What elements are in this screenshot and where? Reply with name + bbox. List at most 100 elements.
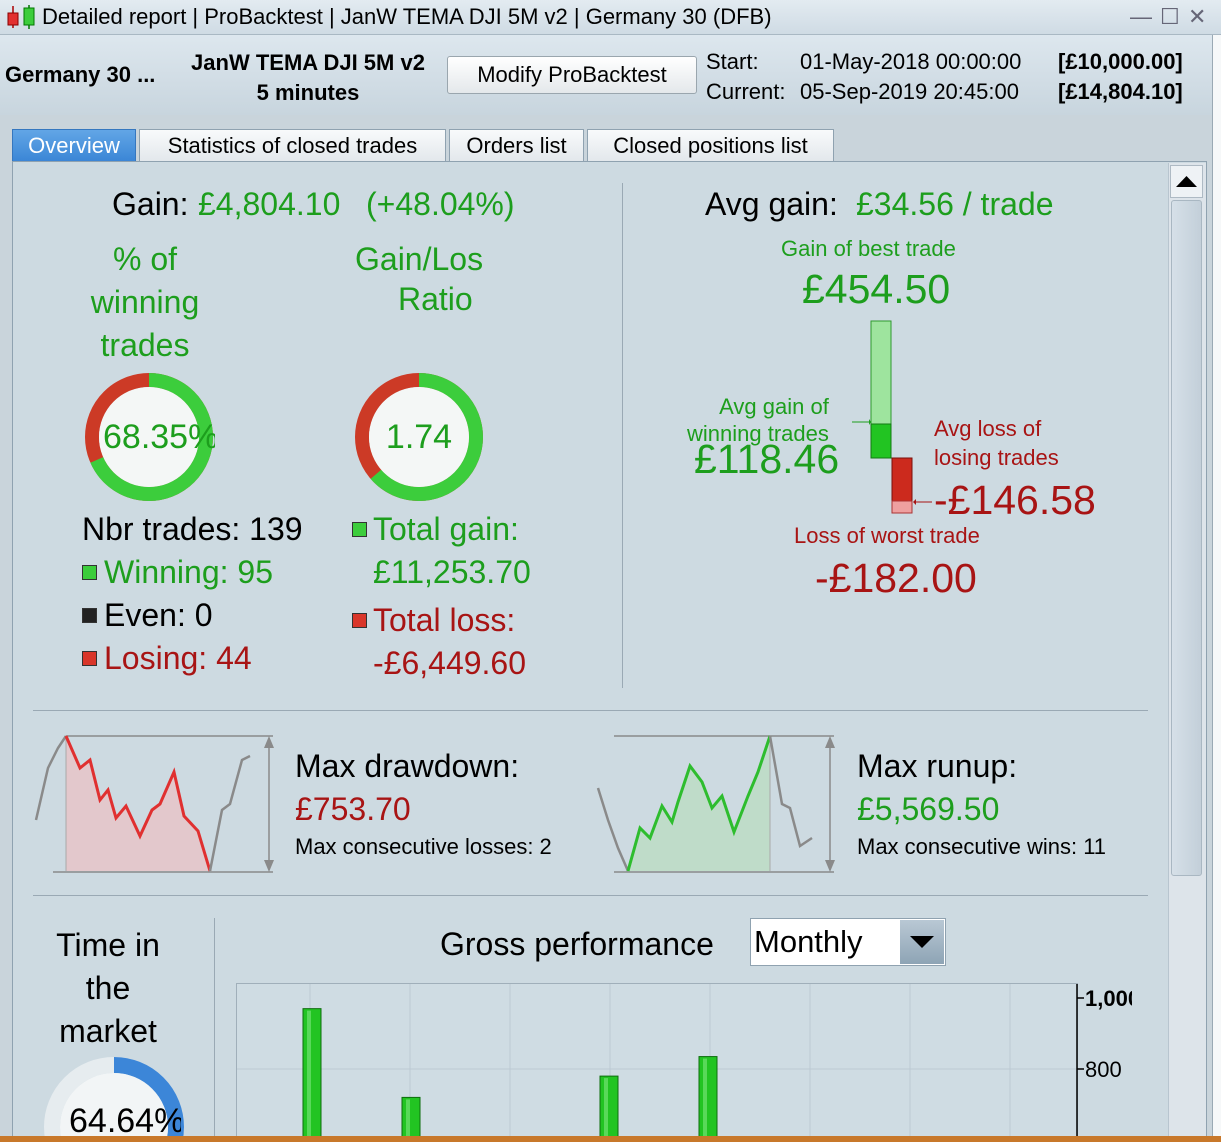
pct-winning-line1: % of [112, 241, 178, 277]
gain-percent: (+48.04%) [366, 186, 515, 222]
max-consecutive-wins: Max consecutive wins: 11 [857, 834, 1107, 859]
winning-count: Winning: 95 [104, 554, 273, 590]
max-drawdown-value: £753.70 [295, 791, 411, 827]
gain-value: £4,804.10 [198, 186, 341, 222]
scrollbar-thumb[interactable] [1171, 200, 1202, 876]
tab-orders-list[interactable]: Orders list [449, 129, 584, 161]
avg-gain-value: £34.56 / trade [856, 186, 1054, 222]
taskbar-edge [0, 1136, 1221, 1142]
max-runup-label: Max runup: [857, 748, 1018, 784]
avg-loss-value: -£146.58 [934, 477, 1096, 523]
max-runup-value: £5,569.50 [857, 791, 1000, 827]
drawdown-sparkline [34, 735, 274, 873]
equity-before-line [34, 735, 68, 821]
tab-overview[interactable]: Overview [12, 129, 136, 161]
equity-after-line [208, 754, 251, 872]
even-legend-icon [82, 608, 97, 623]
worst-trade-value: -£182.00 [815, 555, 977, 601]
modify-probacktest-button[interactable]: Modify ProBacktest [447, 56, 697, 94]
current-capital: [£14,804.10] [1058, 79, 1183, 104]
avg-loss-caption-1: Avg loss of [934, 416, 1042, 441]
system-name: JanW TEMA DJI 5M v2 [191, 50, 425, 75]
avg-loss-bar [891, 457, 913, 502]
tab-closed-positions-list[interactable]: Closed positions list [587, 129, 834, 161]
runup-sparkline [596, 735, 835, 873]
pct-winning-title: % of winning trades [60, 238, 230, 367]
section-divider-vertical-2 [214, 918, 215, 1142]
start-date: 01-May-2018 00:00:00 [800, 49, 1022, 74]
arrow-up-icon [1176, 176, 1197, 187]
avg-win-value: £118.46 [694, 436, 840, 482]
equity-before-line [596, 787, 630, 872]
background-window-edge [1212, 35, 1221, 1142]
y-tick-label: 800 [1085, 1057, 1122, 1082]
period-select-value: Monthly [754, 924, 863, 959]
avg-win-bar [870, 423, 892, 459]
avg-loss-caption-2: losing trades [934, 445, 1059, 470]
avg-gain-label: Avg gain: [705, 186, 838, 222]
gross-performance-label: Gross performance [440, 926, 714, 962]
minimize-button[interactable]: — [1130, 4, 1152, 30]
section-divider-2 [33, 895, 1148, 896]
losing-count: Losing: 44 [104, 640, 252, 676]
time-in-market-title: Time in the market [28, 924, 188, 1053]
gl-ratio-value: 1.74 [385, 418, 453, 456]
drawdown-area [66, 736, 210, 871]
total-gain-label: Total gain: [373, 511, 519, 547]
gross-performance-chart: 1,000 800 [237, 984, 1132, 1142]
performance-bar [698, 1056, 718, 1142]
winning-legend-icon [82, 565, 97, 580]
best-trade-bar [870, 320, 892, 425]
time-in-market-line1: Time in [56, 927, 160, 963]
max-consecutive-losses: Max consecutive losses: 2 [295, 834, 552, 859]
system-info: JanW TEMA DJI 5M v2 5 minutes [172, 48, 444, 108]
tab-statistics-closed-trades[interactable]: Statistics of closed trades [139, 129, 446, 161]
gain-label: Gain: [112, 186, 189, 222]
close-button[interactable]: ✕ [1188, 4, 1206, 30]
arrow-down-icon [825, 860, 835, 872]
maximize-button[interactable]: ☐ [1160, 4, 1180, 30]
runup-area [628, 736, 770, 871]
current-label: Current: [706, 79, 786, 104]
arrow-up-icon [264, 736, 274, 748]
worst-trade-bar [891, 500, 913, 514]
best-trade-value: £454.50 [802, 266, 951, 312]
total-loss-legend-icon [352, 613, 367, 628]
trade-range-graphic [852, 320, 932, 514]
section-divider-vertical [622, 183, 623, 688]
avg-loss-arrow-icon [913, 499, 916, 505]
y-tick-label: 1,000 [1085, 986, 1132, 1011]
section-divider-1 [33, 710, 1148, 711]
timeframe: 5 minutes [256, 80, 360, 105]
performance-bar [302, 1008, 322, 1142]
total-loss-label: Total loss: [373, 602, 516, 638]
best-trade-label: Gain of best trade [781, 236, 956, 261]
scroll-up-button[interactable] [1170, 165, 1203, 198]
performance-bar-highlight [307, 1010, 311, 1142]
pct-winning-value: 68.35% [103, 418, 215, 456]
time-in-market-line3: market [59, 1013, 157, 1049]
max-drawdown-label: Max drawdown: [295, 748, 520, 784]
instrument-name: Germany 30 ... [5, 62, 156, 87]
nbr-trades: Nbr trades: 139 [82, 511, 303, 547]
pct-winning-line2: winning [90, 284, 200, 320]
equity-after-line [768, 735, 813, 849]
total-gain-value: £11,253.70 [373, 554, 531, 590]
performance-bar-highlight [604, 1078, 608, 1142]
pct-winning-line3: trades [100, 327, 190, 363]
worst-trade-label: Loss of worst trade [794, 523, 980, 548]
start-capital: [£10,000.00] [1058, 49, 1183, 74]
chevron-down-icon [910, 936, 934, 948]
performance-bar [599, 1075, 619, 1142]
even-count: Even: 0 [104, 597, 213, 633]
total-gain-legend-icon [352, 522, 367, 537]
arrow-down-icon [264, 860, 274, 872]
current-date: 05-Sep-2019 20:45:00 [800, 79, 1019, 104]
avg-win-caption-1: Avg gain of [719, 394, 829, 419]
gl-ratio-title-1: Gain/Los [355, 241, 484, 277]
total-loss-value: -£6,449.60 [373, 645, 527, 681]
period-select-toggle[interactable] [900, 920, 944, 964]
losing-legend-icon [82, 651, 97, 666]
candlestick-app-icon [7, 5, 35, 29]
arrow-up-icon [825, 736, 835, 748]
